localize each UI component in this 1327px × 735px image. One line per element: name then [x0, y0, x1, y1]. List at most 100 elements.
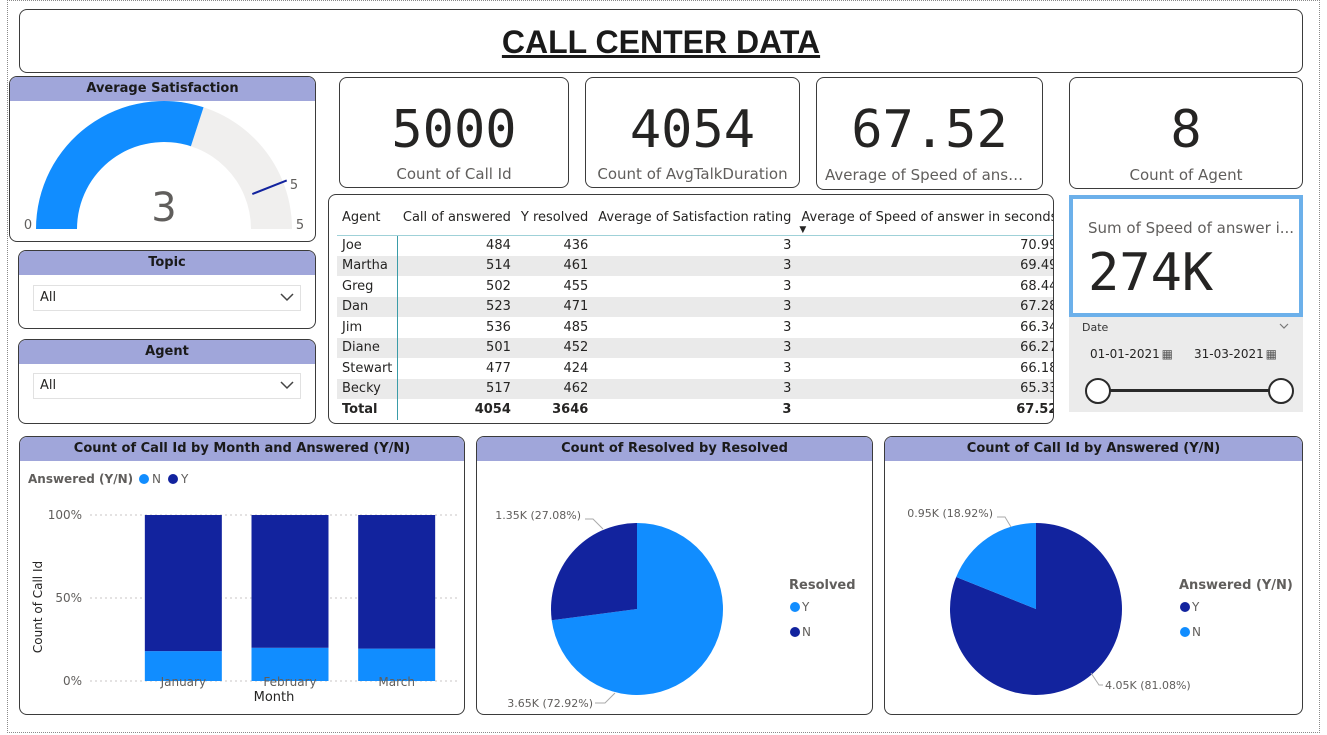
table-row[interactable]: Joe 484 436 3 70.99	[337, 235, 1053, 256]
total-cell: 3646	[552, 401, 589, 417]
table-row[interactable]: Greg 502 455 3 68.44	[337, 276, 1053, 297]
chevron-down-icon[interactable]	[1279, 323, 1289, 330]
legend-label-y: Y	[1191, 600, 1200, 614]
bar-segment-y[interactable]	[358, 515, 436, 649]
table-row[interactable]: Dan 523 471 3 67.28	[337, 296, 1053, 317]
table-cell: 424	[563, 360, 589, 376]
end-date-input[interactable]: 31-03-2021 ▦	[1186, 342, 1281, 366]
table-cell: 67.28	[796, 296, 1053, 317]
y-tick-label: 0%	[63, 674, 82, 688]
answered-pie-title: Count of Call Id by Answered (Y/N)	[885, 437, 1302, 461]
pie-data-label-y: 3.65K (72.92%)	[507, 697, 593, 710]
legend-marker-n	[1180, 627, 1190, 637]
table-cell: 471	[515, 296, 594, 317]
column-header[interactable]: Average of Satisfaction rating	[593, 201, 797, 236]
x-tick-label: February	[263, 675, 316, 689]
kpi-card-call-count[interactable]: 5000 Count of Call Id	[339, 77, 569, 188]
legend-marker-y	[790, 602, 800, 612]
agent-table: Agent Call of answered Y resolved Averag…	[337, 201, 1054, 420]
date-range-start-handle[interactable]	[1085, 378, 1111, 404]
agent-dropdown[interactable]: All	[33, 373, 301, 399]
gauge-title: Average Satisfaction	[10, 77, 315, 101]
table-cell: 452	[515, 337, 594, 358]
date-range-track[interactable]	[1098, 389, 1282, 392]
table-cell: 485	[563, 319, 589, 335]
bar-segment-y[interactable]	[251, 515, 329, 648]
resolved-pie-card[interactable]: Count of Resolved by Resolved Resolved Y…	[476, 436, 873, 715]
table-cell: 3	[783, 238, 792, 253]
data-label-leader	[1090, 672, 1103, 686]
table-cell: 517	[397, 378, 516, 399]
y-tick-label: 100%	[48, 508, 82, 522]
table-cell: 461	[515, 255, 594, 276]
table-cell: 536	[486, 319, 511, 335]
legend-label-n: N	[802, 625, 811, 639]
agent-name-cell: Greg	[337, 276, 399, 297]
kpi-card-talk-duration[interactable]: 4054 Count of AvgTalkDuration	[585, 77, 800, 188]
table-cell: 69.49	[796, 255, 1053, 276]
sum-speed-card[interactable]: Sum of Speed of answer i... 274K	[1069, 195, 1303, 317]
date-slicer-title: Date	[1082, 321, 1109, 334]
table-cell: 514	[397, 255, 516, 276]
kpi-card-agent-count[interactable]: 8 Count of Agent	[1069, 77, 1303, 189]
legend-title: Answered (Y/N)	[1179, 578, 1293, 593]
column-header[interactable]: Agent	[337, 201, 398, 236]
table-cell: 436	[563, 238, 589, 253]
topic-dropdown-value: All	[40, 290, 57, 305]
kpi-card-speed-answer[interactable]: 67.52 Average of Speed of answe...	[816, 77, 1043, 190]
legend-label-y: Y	[801, 600, 810, 614]
table-row[interactable]: Diane 501 452 3 66.27	[337, 337, 1053, 358]
pie-slice-n[interactable]	[551, 523, 637, 621]
x-tick-label: January	[160, 675, 207, 689]
calendar-icon[interactable]: ▦	[1162, 342, 1173, 366]
y-axis-label: Count of Call Id	[31, 561, 45, 653]
chevron-down-icon	[280, 381, 294, 390]
title-card: CALL CENTER DATA	[19, 9, 1303, 73]
agent-table-card[interactable]: Agent Call of answered Y resolved Averag…	[328, 194, 1054, 424]
agent-slicer: Agent All	[18, 339, 316, 424]
legend-title: Resolved	[789, 578, 856, 593]
table-header-row: Agent Call of answered Y resolved Averag…	[337, 201, 1053, 236]
table-cell: 501	[397, 337, 516, 358]
date-range-end-handle[interactable]	[1268, 378, 1294, 404]
table-row[interactable]: Becky 517 462 3 65.33	[337, 378, 1053, 399]
table-row[interactable]: Martha 514 461 3 69.49	[337, 255, 1053, 276]
resolved-pie-title: Count of Resolved by Resolved	[477, 437, 872, 461]
table-cell: 3	[593, 296, 797, 317]
answered-pie-chart: Answered (Y/N) Y N 0.95K (18.92%) 4.05K …	[907, 507, 1293, 695]
agent-name-cell: Becky	[337, 378, 399, 399]
table-row[interactable]: Jim 536 485 3 66.34	[337, 317, 1053, 338]
gauge-min: 0	[24, 218, 32, 233]
gauge-card[interactable]: Average Satisfaction 3 0 5 5	[9, 76, 316, 242]
pie-data-label-n: 1.35K (27.08%)	[495, 509, 581, 522]
kpi-value: 5000	[391, 100, 517, 160]
kpi-label: Count of Call Id	[396, 165, 512, 183]
topic-slicer-title: Topic	[19, 251, 315, 275]
start-date-input[interactable]: 01-01-2021 ▦	[1082, 342, 1177, 366]
topic-slicer: Topic All	[18, 250, 316, 329]
table-cell: 3	[593, 255, 797, 276]
column-header-sorted[interactable]: Average of Speed of answer in seconds ▼	[796, 201, 1053, 236]
agent-name-cell: Stewart	[337, 358, 399, 379]
answered-pie-card[interactable]: Count of Call Id by Answered (Y/N) Answe…	[884, 436, 1303, 715]
kpi-label: Average of Speed of answe...	[825, 166, 1042, 184]
table-cell: 3	[593, 378, 797, 399]
calendar-icon[interactable]: ▦	[1266, 342, 1277, 366]
bar-chart-title: Count of Call Id by Month and Answered (…	[20, 437, 464, 461]
table-row[interactable]: Stewart 477 424 3 66.18	[337, 358, 1053, 379]
bar-segment-y[interactable]	[144, 515, 222, 652]
topic-dropdown[interactable]: All	[33, 285, 301, 311]
stacked-bar-chart: Answered (Y/N) N Y Count of Call Id Mont…	[28, 472, 460, 705]
table-cell: 3	[783, 360, 792, 376]
gauge-chart: 3 0 5 5	[24, 101, 304, 233]
bar-chart-card[interactable]: Count of Call Id by Month and Answered (…	[19, 436, 465, 715]
end-date-value: 31-03-2021	[1194, 347, 1264, 361]
table-cell: 462	[515, 378, 594, 399]
total-cell: 67.52	[1016, 401, 1054, 417]
total-label: Total	[337, 399, 399, 420]
column-header[interactable]: Call of answered	[397, 201, 516, 236]
agent-dropdown-value: All	[40, 378, 57, 393]
table-cell: 477	[486, 360, 511, 376]
table-cell: 455	[563, 278, 589, 294]
column-header[interactable]: Y resolved	[515, 201, 594, 236]
